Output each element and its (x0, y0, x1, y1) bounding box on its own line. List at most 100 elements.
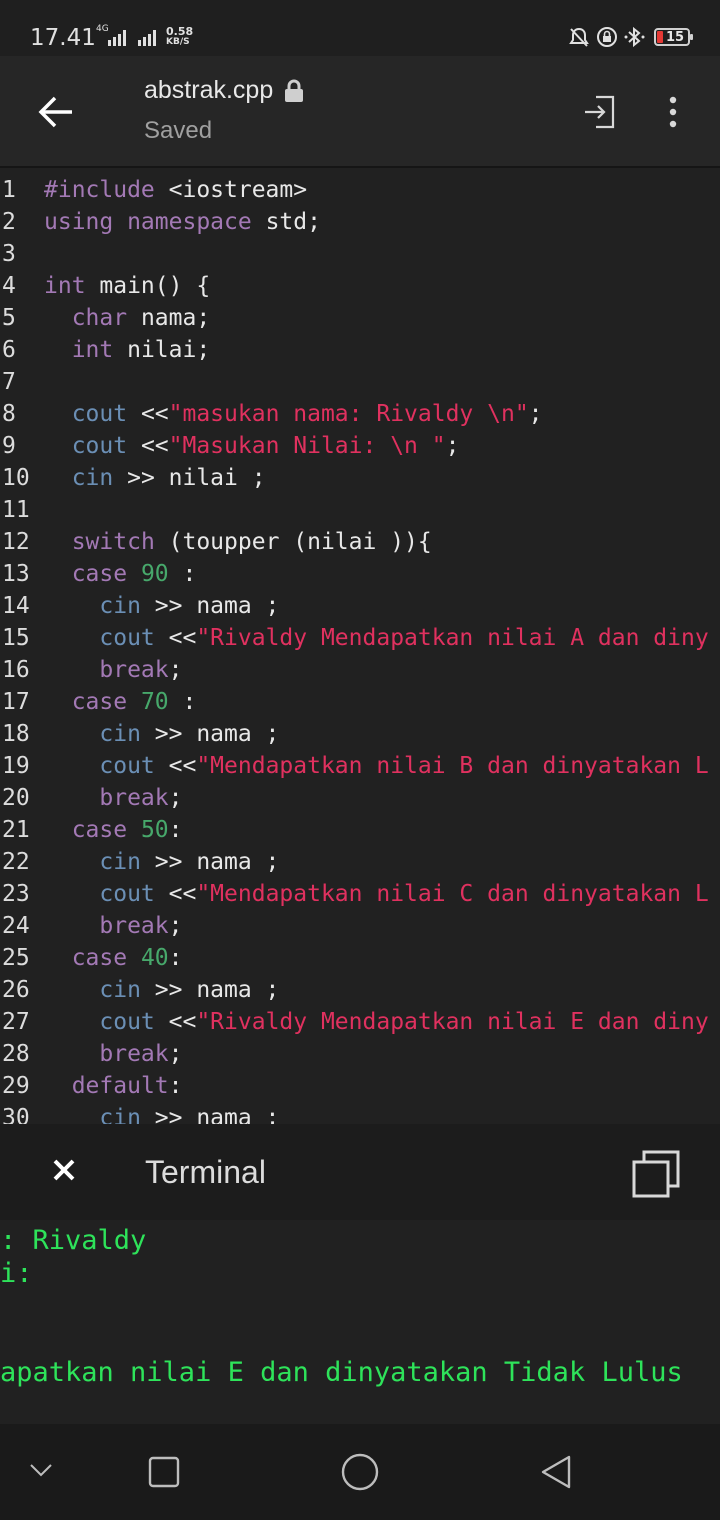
code-line[interactable]: 18 cin >> nama ; (0, 718, 720, 750)
code-line[interactable]: 20 break; (0, 782, 720, 814)
line-number: 30 (2, 1105, 30, 1124)
triangle-back-icon[interactable] (538, 1454, 574, 1490)
code-text: using namespace std; (44, 209, 321, 235)
save-status: Saved (144, 117, 213, 144)
line-number: 28 (2, 1041, 30, 1067)
code-token: using namespace (44, 209, 252, 235)
code-line[interactable]: 24 break; (0, 910, 720, 942)
code-text: cin >> nama ; (44, 977, 279, 1003)
code-token: cin (99, 593, 141, 619)
arrow-left-icon[interactable] (36, 92, 76, 132)
code-line[interactable]: 6 int nilai; (0, 334, 720, 366)
code-line[interactable]: 14 cin >> nama ; (0, 590, 720, 622)
line-number: 18 (2, 721, 30, 747)
code-text: case 70 : (44, 689, 197, 715)
code-token: ; (168, 657, 183, 683)
line-number: 9 (2, 433, 16, 459)
code-token: cout (99, 625, 155, 651)
code-line[interactable]: 2 using namespace std; (0, 206, 720, 238)
code-line[interactable]: 12 switch (toupper (nilai )){ (0, 526, 720, 558)
line-number: 13 (2, 561, 30, 587)
lock-icon (285, 79, 304, 102)
code-line[interactable]: 17 case 70 : (0, 686, 720, 718)
code-line[interactable]: 15 cout <<"Rivaldy Mendapatkan nilai A d… (0, 622, 720, 654)
code-token: nama; (127, 305, 211, 331)
code-line[interactable]: 11 (0, 494, 720, 526)
code-line[interactable]: 3 (0, 238, 720, 270)
code-text: #include <iostream> (44, 177, 307, 203)
code-token: << (154, 625, 197, 651)
line-number: 23 (2, 881, 30, 907)
terminal-line: apatkan nilai E dan dinyatakan Tidak Lul… (0, 1357, 683, 1388)
battery-level: 15 (665, 29, 685, 45)
line-number: 5 (2, 305, 16, 331)
file-title-row: abstrak.cpp (144, 76, 305, 105)
code-text: char nama; (44, 305, 210, 331)
code-text: cout <<"Rivaldy Mendapatkan nilai A dan … (44, 625, 709, 651)
code-text: cout <<"masukan nama: Rivaldy \n"; (44, 401, 543, 427)
code-token: "Rivaldy Mendapatkan nilai A dan diny (196, 625, 709, 651)
code-line[interactable]: 29 default: (0, 1070, 720, 1102)
speed-value: 0.58 (166, 25, 194, 38)
code-token: main() { (85, 273, 211, 299)
code-token: cin (99, 721, 141, 747)
line-number: 22 (2, 849, 30, 875)
code-line[interactable]: 19 cout <<"Mendapatkan nilai B dan dinya… (0, 750, 720, 782)
close-icon[interactable] (48, 1154, 80, 1186)
line-number: 27 (2, 1009, 30, 1035)
code-editor[interactable]: 1 #include <iostream> 2 using namespace std… (0, 172, 720, 1124)
circle-icon[interactable] (340, 1452, 380, 1492)
code-token: : (168, 689, 197, 715)
code-line[interactable]: 8 cout <<"masukan nama: Rivaldy \n"; (0, 398, 720, 430)
login-icon[interactable] (582, 94, 616, 130)
code-line[interactable]: 28 break; (0, 1038, 720, 1070)
code-text: break; (44, 913, 182, 939)
code-line[interactable]: 7 (0, 366, 720, 398)
code-line[interactable]: 25 case 40: (0, 942, 720, 974)
code-line[interactable]: 4 int main() { (0, 270, 720, 302)
code-line[interactable]: 1 #include <iostream> (0, 174, 720, 206)
code-token: ; (168, 785, 183, 811)
code-line[interactable]: 5 char nama; (0, 302, 720, 334)
code-token: switch (71, 529, 155, 555)
code-line[interactable]: 26 cin >> nama ; (0, 974, 720, 1006)
code-line[interactable]: 27 cout <<"Rivaldy Mendapatkan nilai E d… (0, 1006, 720, 1038)
chevron-down-icon[interactable] (28, 1460, 54, 1480)
code-token: nilai; (113, 337, 211, 363)
copy-icon[interactable] (630, 1148, 682, 1200)
terminal-title: Terminal (145, 1154, 266, 1190)
code-token: ; (445, 433, 460, 459)
code-token: cin (99, 1105, 141, 1124)
code-token: : (168, 1073, 183, 1099)
square-icon[interactable] (148, 1456, 180, 1488)
code-text: cin >> nilai ; (44, 465, 266, 491)
code-token: << (154, 1009, 197, 1035)
code-line[interactable]: 13 case 90 : (0, 558, 720, 590)
code-line[interactable]: 9 cout <<"Masukan Nilai: \n "; (0, 430, 720, 462)
code-text: default: (44, 1073, 183, 1099)
code-line[interactable]: 16 break; (0, 654, 720, 686)
code-text: int main() { (44, 273, 210, 299)
terminal-output[interactable]: : Rivaldy i: apatkan nilai E dan dinyataka… (0, 1220, 720, 1424)
code-line[interactable]: 22 cin >> nama ; (0, 846, 720, 878)
code-line[interactable]: 23 cout <<"Mendapatkan nilai C dan dinya… (0, 878, 720, 910)
code-line[interactable]: 21 case 50: (0, 814, 720, 846)
code-text: cout <<"Masukan Nilai: \n "; (44, 433, 460, 459)
more-vert-icon[interactable] (660, 94, 684, 130)
code-line[interactable]: 30 cin >> nama ; (0, 1102, 720, 1124)
code-text: case 50: (44, 817, 183, 843)
line-number: 12 (2, 529, 30, 555)
code-line[interactable]: 10 cin >> nilai ; (0, 462, 720, 494)
code-token: >> nama ; (140, 1105, 280, 1124)
